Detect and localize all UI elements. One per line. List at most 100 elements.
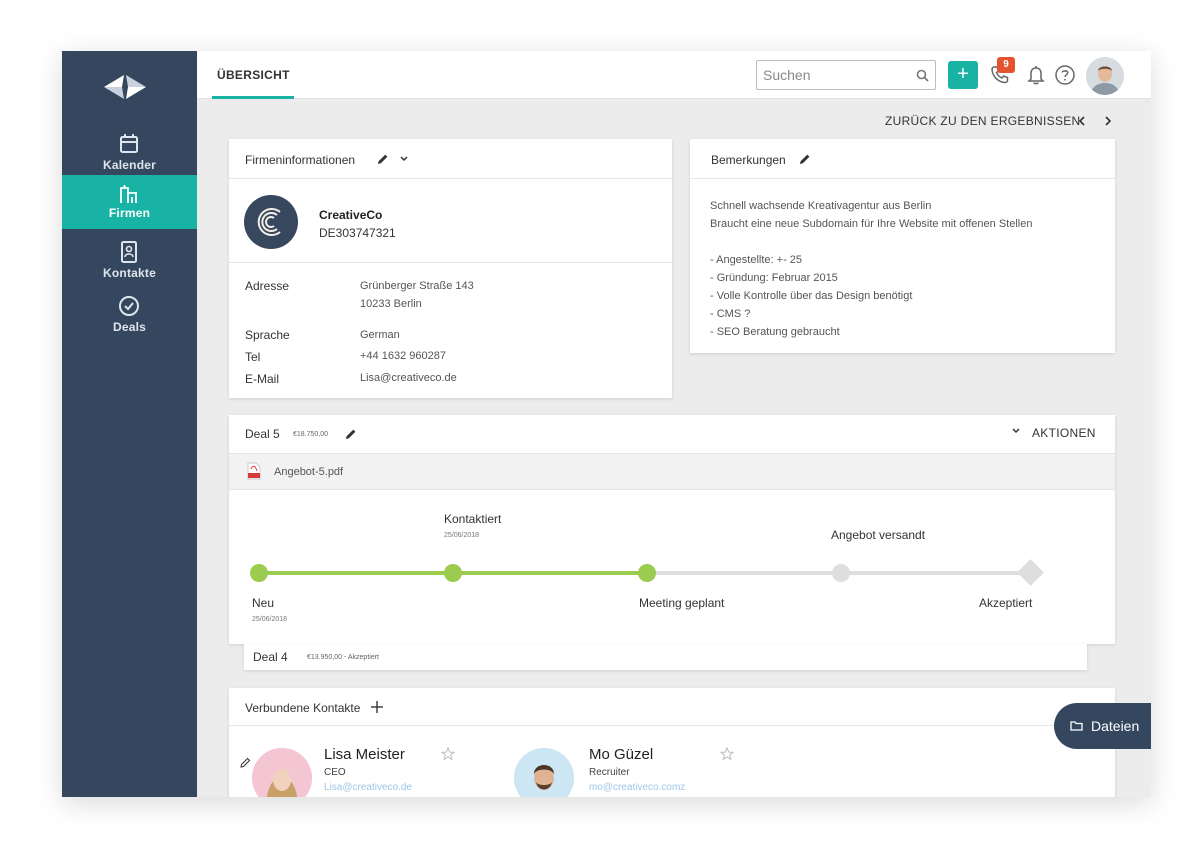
company-vat-id: DE303747321 xyxy=(319,226,396,240)
company-info-card: Firmeninformationen CreativeCo DE3037473… xyxy=(229,139,672,398)
pdf-file-icon xyxy=(247,462,261,480)
sidebar-item-firmen[interactable]: Firmen xyxy=(62,175,197,229)
email-value[interactable]: Lisa@creativeco.de xyxy=(360,369,457,387)
address-line1: Grünberger Straße 143 xyxy=(360,280,474,292)
stage-label: Neu xyxy=(252,596,275,610)
app-logo-icon[interactable] xyxy=(104,73,146,101)
note-line: - SEO Beratung gebraucht xyxy=(710,326,840,338)
phone-value[interactable]: +44 1632 960287 xyxy=(360,347,446,365)
buildings-icon xyxy=(120,185,137,203)
contact-photo xyxy=(514,748,574,797)
sidebar-item-kontakte[interactable]: Kontakte xyxy=(62,237,197,291)
phone-label: Tel xyxy=(245,350,261,364)
contact-avatar[interactable] xyxy=(252,748,312,797)
chevron-left-icon[interactable] xyxy=(1076,114,1088,128)
contact-name[interactable]: Lisa Meister xyxy=(324,746,405,763)
pencil-icon[interactable] xyxy=(345,428,357,440)
contact-email[interactable]: Lisa@creativeco.de xyxy=(324,782,412,793)
pencil-icon[interactable] xyxy=(377,153,389,165)
company-logo-mark xyxy=(257,208,281,236)
stage-diamond-akzeptiert[interactable] xyxy=(1017,559,1044,586)
company-info-title: Firmeninformationen xyxy=(245,153,356,167)
notes-header: Bemerkungen xyxy=(690,139,1115,179)
sidebar-item-label: Firmen xyxy=(108,206,151,220)
divider xyxy=(229,262,672,263)
chevron-down-icon[interactable] xyxy=(399,154,409,164)
contacts-card: Verbundene Kontakte Lisa Meister CEO Lis… xyxy=(229,688,1115,797)
phone-notification-badge: 9 xyxy=(997,57,1015,73)
contacts-title: Verbundene Kontakte xyxy=(245,701,361,715)
contact-email[interactable]: mo@creativeco.comz xyxy=(589,782,685,793)
company-info-header: Firmeninformationen xyxy=(229,139,672,179)
sidebar-item-label: Kalender xyxy=(103,158,156,172)
sidebar-item-deals[interactable]: Deals xyxy=(62,291,197,345)
star-icon[interactable] xyxy=(441,747,455,761)
star-icon[interactable] xyxy=(720,747,734,761)
contact-role: CEO xyxy=(324,767,346,778)
stage-label: Meeting geplant xyxy=(639,596,725,610)
note-line: - Angestellte: +- 25 xyxy=(710,254,803,266)
language-label: Sprache xyxy=(245,328,290,342)
notes-card: Bemerkungen Schnell wachsende Kreativage… xyxy=(690,139,1115,353)
note-line: - Volle Kontrolle über das Design benöti… xyxy=(710,290,913,302)
check-circle-icon xyxy=(119,296,139,316)
tab-uebersicht[interactable]: ÜBERSICHT xyxy=(212,51,294,99)
stage-dot-kontaktiert[interactable] xyxy=(444,564,462,582)
contact-role: Recruiter xyxy=(589,767,630,778)
pencil-icon[interactable] xyxy=(799,153,811,165)
search-box xyxy=(756,60,936,90)
note-line: Braucht eine neue Subdomain für Ihre Web… xyxy=(710,218,1033,230)
company-name: CreativeCo xyxy=(319,208,383,222)
contact-name[interactable]: Mo Güzel xyxy=(589,746,653,763)
chevron-down-icon[interactable] xyxy=(1011,426,1021,436)
user-avatar[interactable] xyxy=(1086,57,1124,95)
user-avatar-image xyxy=(1086,57,1124,95)
calendar-icon xyxy=(120,134,138,153)
language-value: German xyxy=(360,329,400,341)
bell-icon[interactable] xyxy=(1026,64,1046,86)
address-book-icon xyxy=(121,241,137,263)
note-line: - CMS ? xyxy=(710,308,751,320)
deal-title: Deal 4 xyxy=(253,650,288,664)
actions-menu[interactable]: AKTIONEN xyxy=(1032,426,1096,440)
files-button-label: Dateien xyxy=(1091,718,1140,734)
add-contact-icon[interactable] xyxy=(371,701,383,713)
sidebar-item-label: Deals xyxy=(112,320,147,334)
attachment-name[interactable]: Angebot-5.pdf xyxy=(274,466,343,478)
help-icon[interactable] xyxy=(1054,64,1076,86)
deal-card-collapsed[interactable]: Deal 4 €13.950,00 - Akzeptiert xyxy=(244,644,1087,670)
stage-label: Akzeptiert xyxy=(979,596,1033,610)
app-window: Kalender Firmen Kontakte Deals ÜBERSICHT… xyxy=(62,51,1151,797)
address-line2: 10233 Berlin xyxy=(360,298,422,310)
stage-date: 25/06/2018 xyxy=(252,616,288,623)
notes-title: Bemerkungen xyxy=(711,153,786,167)
folder-icon xyxy=(1070,721,1083,731)
attachment-row[interactable]: Angebot-5.pdf xyxy=(229,453,1115,490)
stage-dot-neu[interactable] xyxy=(250,564,268,582)
back-to-results-link[interactable]: ZURÜCK ZU DEN ERGEBNISSEN xyxy=(885,114,1081,128)
address-label: Adresse xyxy=(245,279,290,293)
sidebar: Kalender Firmen Kontakte Deals xyxy=(62,51,197,797)
deal-amount: €18.750,00 xyxy=(293,431,329,438)
stage-label: Angebot versandt xyxy=(831,528,926,542)
note-line: Schnell wachsende Kreativagentur aus Ber… xyxy=(710,200,932,212)
contact-photo xyxy=(252,748,312,797)
stage-date: 25/06/2018 xyxy=(444,532,480,539)
chevron-right-icon[interactable] xyxy=(1102,114,1114,128)
pencil-outline-icon[interactable] xyxy=(240,757,251,768)
stage-dot-angebot-versandt[interactable] xyxy=(832,564,850,582)
note-line: - Gründung: Februar 2015 xyxy=(710,272,838,284)
search-icon[interactable] xyxy=(916,69,929,82)
files-button[interactable]: Dateien xyxy=(1054,703,1151,749)
deal-title[interactable]: Deal 5 xyxy=(245,427,280,441)
stage-dot-meeting-geplant[interactable] xyxy=(638,564,656,582)
contacts-header: Verbundene Kontakte xyxy=(229,688,1115,726)
contact-avatar[interactable] xyxy=(514,748,574,797)
search-input[interactable] xyxy=(763,65,911,85)
sidebar-item-label: Kontakte xyxy=(103,266,156,280)
company-logo xyxy=(244,195,298,249)
deal-meta: €13.950,00 - Akzeptiert xyxy=(307,654,379,661)
add-button[interactable]: + xyxy=(948,61,978,89)
tab-active-indicator xyxy=(212,96,294,99)
stage-label: Kontaktiert xyxy=(444,512,502,526)
